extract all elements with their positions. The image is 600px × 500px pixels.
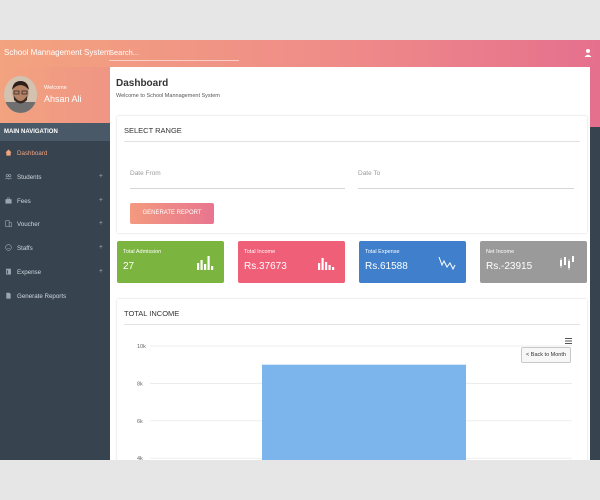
date-from-field[interactable]: Date From bbox=[130, 170, 161, 177]
sidebar-item-label: Voucher bbox=[17, 221, 40, 229]
expand-plus-icon[interactable]: + bbox=[99, 244, 103, 251]
search-input[interactable]: Search... bbox=[109, 48, 139, 57]
generate-report-button[interactable]: GENERATE REPORT bbox=[130, 203, 214, 224]
search-underline bbox=[109, 60, 239, 61]
page-title: Dashboard bbox=[116, 78, 169, 89]
card-title: SELECT RANGE bbox=[124, 126, 182, 135]
select-range-card: SELECT RANGE Date From Date To GENERATE … bbox=[117, 116, 587, 233]
date-to-underline bbox=[358, 188, 574, 189]
home-icon bbox=[5, 149, 12, 156]
sidebar-item-dashboard[interactable]: Dashboard bbox=[0, 141, 110, 165]
nav-header: MAIN NAVIGATION bbox=[0, 123, 110, 141]
stat-value: Rs.37673 bbox=[244, 261, 287, 272]
smile-icon bbox=[5, 244, 12, 251]
username: Ahsan Ali bbox=[44, 94, 82, 104]
document-icon bbox=[6, 292, 11, 299]
user-icon[interactable] bbox=[583, 48, 593, 58]
avatar bbox=[4, 76, 37, 113]
stat-value: Rs.61588 bbox=[365, 261, 408, 272]
sidebar-item-fees[interactable]: Fees + bbox=[0, 189, 110, 213]
sidebar-item-label: Dashboard bbox=[17, 150, 48, 157]
stat-label: Total Income bbox=[244, 249, 276, 255]
briefcase-icon bbox=[5, 197, 12, 204]
sidebar-item-voucher[interactable]: Voucher + bbox=[0, 212, 110, 236]
stat-label: Total Expense bbox=[365, 249, 400, 255]
sidebar-item-staffs[interactable]: Staffs + bbox=[0, 236, 110, 260]
stat-net-income[interactable]: Net Income Rs.-23915 bbox=[480, 241, 587, 283]
stat-label: Total Admission bbox=[123, 249, 162, 255]
main-content: Dashboard Welcome to School Mannagement … bbox=[110, 67, 590, 460]
sidebar-item-students[interactable]: Students + bbox=[0, 165, 110, 189]
expand-plus-icon[interactable]: + bbox=[99, 173, 103, 180]
sidebar-item-label: Generate Reports bbox=[17, 292, 67, 300]
divider bbox=[124, 141, 580, 142]
back-to-month-button[interactable]: < Back to Month bbox=[521, 347, 571, 363]
right-edge-accent bbox=[590, 67, 600, 127]
welcome-label: Welcome bbox=[44, 85, 67, 91]
app-window: School Mannagement System Search... Welc… bbox=[0, 40, 600, 460]
profile-panel: Welcome Ahsan Ali bbox=[0, 67, 110, 123]
chart-bar[interactable] bbox=[262, 364, 466, 460]
sidebar-item-label: Fees bbox=[17, 197, 31, 205]
y-tick-label: 10k bbox=[137, 344, 146, 350]
line-chart-icon bbox=[438, 256, 456, 270]
bar-chart-icon bbox=[318, 258, 335, 270]
expand-plus-icon[interactable]: + bbox=[99, 220, 103, 227]
total-income-card: TOTAL INCOME 10k 8k 6k 4k < Back to Month bbox=[117, 299, 587, 460]
candlestick-icon bbox=[560, 256, 574, 270]
sidebar-item-label: Staffs bbox=[17, 245, 33, 253]
sidebar: Welcome Ahsan Ali MAIN NAVIGATION Dashbo… bbox=[0, 67, 110, 460]
sidebar-item-expense[interactable]: Expense + bbox=[0, 260, 110, 284]
page-subtitle: Welcome to School Mannagement System bbox=[116, 93, 220, 99]
bar-chart-icon bbox=[197, 256, 214, 270]
stat-total-income[interactable]: Total Income Rs.37673 bbox=[238, 241, 345, 283]
stat-total-expense[interactable]: Total Expense Rs.61588 bbox=[359, 241, 466, 283]
sidebar-item-label: Students bbox=[17, 173, 42, 181]
building-icon bbox=[5, 220, 12, 228]
date-to-field[interactable]: Date To bbox=[358, 170, 380, 177]
expand-plus-icon[interactable]: + bbox=[99, 197, 103, 204]
brand-title[interactable]: School Mannagement System bbox=[4, 48, 111, 57]
income-chart: 10k 8k 6k 4k bbox=[137, 344, 572, 460]
sidebar-item-label: Expense bbox=[17, 268, 42, 276]
expand-plus-icon[interactable]: + bbox=[99, 268, 103, 275]
file-icon bbox=[6, 268, 11, 275]
sidebar-nav: Dashboard Students + Fees + Voucher + St… bbox=[0, 141, 110, 308]
y-tick-label: 4k bbox=[137, 456, 143, 460]
sidebar-item-generate-reports[interactable]: Generate Reports bbox=[0, 284, 110, 308]
date-from-underline bbox=[130, 188, 345, 189]
hamburger-icon[interactable] bbox=[565, 338, 572, 344]
stat-label: Net Income bbox=[486, 249, 515, 255]
stat-value: Rs.-23915 bbox=[486, 261, 533, 272]
top-bar: School Mannagement System Search... bbox=[0, 40, 600, 67]
stat-value: 27 bbox=[123, 261, 135, 272]
users-icon bbox=[5, 173, 12, 180]
stat-total-admission[interactable]: Total Admission 27 bbox=[117, 241, 224, 283]
y-tick-label: 6k bbox=[137, 419, 143, 425]
y-tick-label: 8k bbox=[137, 381, 143, 387]
